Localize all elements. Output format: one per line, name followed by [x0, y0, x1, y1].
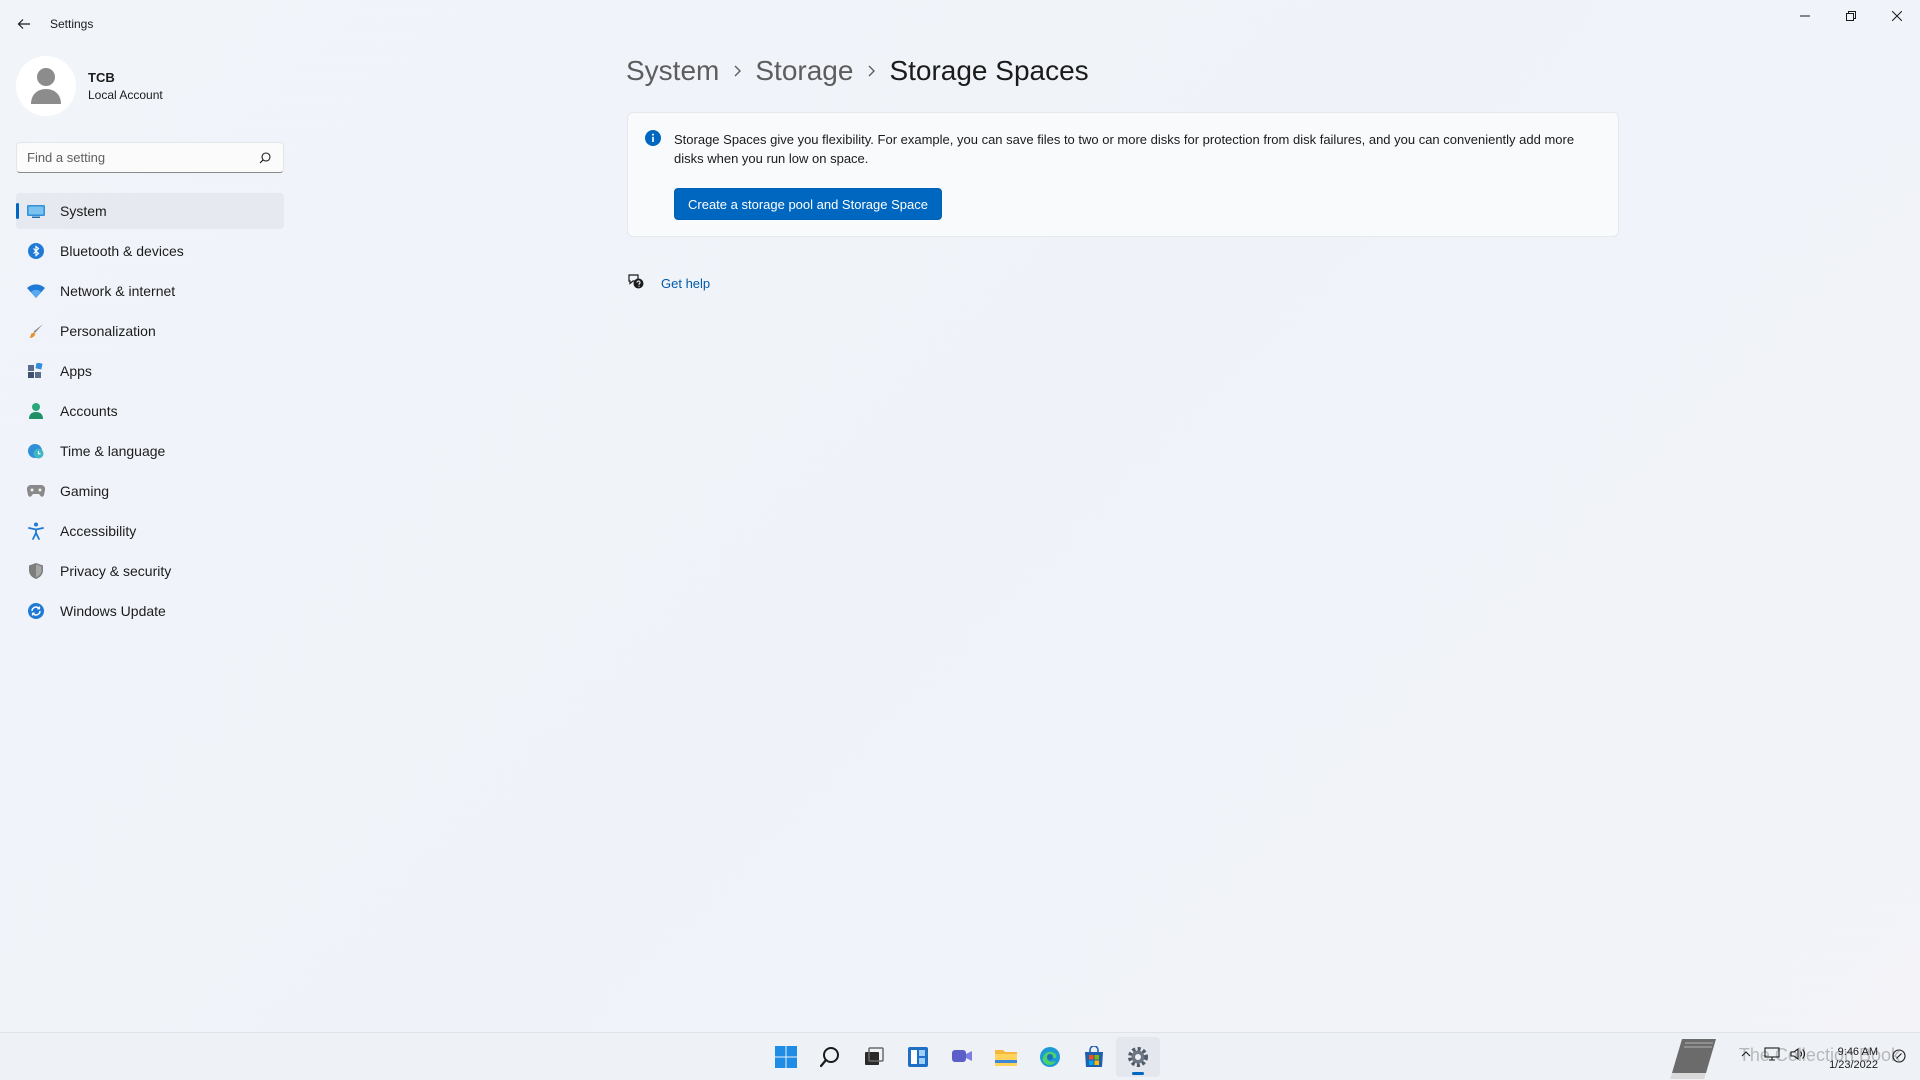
sidebar-item-accessibility[interactable]: Accessibility [16, 513, 284, 549]
app-title: Settings [50, 17, 94, 31]
sidebar-item-label: Bluetooth & devices [60, 243, 184, 259]
widgets-icon [908, 1047, 928, 1067]
minimize-button[interactable] [1782, 0, 1828, 32]
arrow-left-icon [17, 19, 30, 29]
wifi-icon [26, 281, 46, 301]
sidebar-item-label: Personalization [60, 323, 156, 339]
search-icon[interactable] [259, 151, 271, 169]
edge-button[interactable] [1028, 1037, 1072, 1077]
person-icon [31, 68, 61, 104]
taskbar-apps [764, 1037, 1160, 1077]
update-icon [26, 601, 46, 621]
bluetooth-icon [26, 241, 46, 261]
accessibility-icon [26, 521, 46, 541]
storage-spaces-card: Storage Spaces give you flexibility. For… [627, 112, 1619, 237]
restore-button[interactable] [1828, 0, 1874, 32]
sidebar-item-network[interactable]: Network & internet [16, 273, 284, 309]
task-view-button[interactable] [852, 1037, 896, 1077]
book-icon [1668, 1037, 1720, 1080]
search-input[interactable] [17, 150, 247, 165]
start-icon [775, 1046, 797, 1068]
task-view-icon [865, 1047, 884, 1065]
shield-icon [26, 561, 46, 581]
sidebar-item-label: Windows Update [60, 603, 166, 619]
sidebar-item-gaming[interactable]: Gaming [16, 473, 284, 509]
get-help-label: Get help [661, 276, 711, 291]
file-explorer-icon [995, 1050, 1017, 1066]
brush-icon [26, 321, 46, 341]
system-icon [26, 201, 46, 221]
sidebar-item-apps[interactable]: Apps [16, 353, 284, 389]
sidebar-item-system[interactable]: System [16, 193, 284, 229]
sidebar-item-label: System [60, 203, 107, 219]
sidebar-item-privacy[interactable]: Privacy & security [16, 553, 284, 589]
back-button[interactable] [12, 12, 36, 36]
close-button[interactable] [1874, 0, 1920, 32]
window-controls [1782, 0, 1920, 32]
edge-icon [1040, 1047, 1060, 1067]
file-explorer-button[interactable] [984, 1037, 1028, 1077]
sidebar-item-label: Time & language [60, 443, 166, 459]
settings-icon [1128, 1047, 1148, 1067]
taskbar: The Collection Book 9:46 AM 1/23/2022 [0, 1032, 1920, 1080]
get-help-link[interactable]: Get help [627, 272, 710, 295]
widgets-button[interactable] [896, 1037, 940, 1077]
sidebar-item-accounts[interactable]: Accounts [16, 393, 284, 429]
sidebar-item-label: Apps [60, 363, 92, 379]
apps-icon [26, 361, 46, 381]
avatar [16, 56, 76, 116]
notification-icon[interactable] [1892, 1049, 1906, 1068]
sidebar-item-label: Accounts [60, 403, 118, 419]
store-icon [1085, 1046, 1103, 1067]
title-bar: Settings [0, 0, 1920, 48]
profile-text: TCB Local Account [88, 70, 163, 102]
chevron-up-icon[interactable] [1740, 1047, 1752, 1065]
start-button[interactable] [764, 1037, 808, 1077]
help-icon [627, 272, 645, 295]
controller-icon [26, 481, 46, 501]
clock-date: 1/23/2022 [1829, 1059, 1878, 1071]
sidebar-item-time-language[interactable]: Time & language [16, 433, 284, 469]
search-icon [819, 1047, 839, 1068]
account-icon [26, 401, 46, 421]
chevron-right-icon [719, 65, 755, 77]
search-box [16, 142, 284, 173]
restore-icon [1846, 11, 1856, 21]
sidebar-item-label: Accessibility [60, 523, 137, 539]
sidebar-item-label: Network & internet [60, 283, 176, 299]
store-button[interactable] [1072, 1037, 1116, 1077]
network-icon[interactable] [1764, 1047, 1780, 1066]
sidebar-item-bluetooth[interactable]: Bluetooth & devices [16, 233, 284, 269]
settings-taskbar-button[interactable] [1116, 1037, 1160, 1077]
sidebar-item-windows-update[interactable]: Windows Update [16, 593, 284, 629]
clock[interactable]: 9:46 AM 1/23/2022 [1829, 1046, 1878, 1072]
sidebar-nav: System Bluetooth & devices Network & int… [16, 193, 284, 633]
chat-icon [952, 1050, 972, 1062]
user-profile[interactable]: TCB Local Account [16, 56, 163, 116]
sidebar-item-label: Gaming [60, 483, 110, 499]
sidebar-item-label: Privacy & security [60, 563, 172, 579]
close-icon [1892, 11, 1902, 21]
volume-icon[interactable] [1790, 1047, 1806, 1066]
sidebar-item-personalization[interactable]: Personalization [16, 313, 284, 349]
profile-account-type: Local Account [88, 88, 163, 102]
breadcrumb-system[interactable]: System [626, 55, 719, 87]
chat-button[interactable] [940, 1037, 984, 1077]
page-title: Storage Spaces [889, 55, 1089, 86]
profile-name: TCB [88, 70, 115, 85]
minimize-icon [1800, 15, 1810, 17]
globe-clock-icon [26, 441, 46, 461]
breadcrumb-storage[interactable]: Storage [755, 55, 853, 87]
breadcrumb: System Storage Storage Spaces [626, 55, 1089, 87]
create-storage-pool-button[interactable]: Create a storage pool and Storage Space [674, 188, 942, 220]
info-icon [645, 130, 661, 151]
chevron-right-icon [853, 65, 889, 77]
clock-time: 9:46 AM [1837, 1046, 1878, 1058]
storage-spaces-description: Storage Spaces give you flexibility. For… [674, 132, 1575, 166]
taskbar-search-button[interactable] [808, 1037, 852, 1077]
